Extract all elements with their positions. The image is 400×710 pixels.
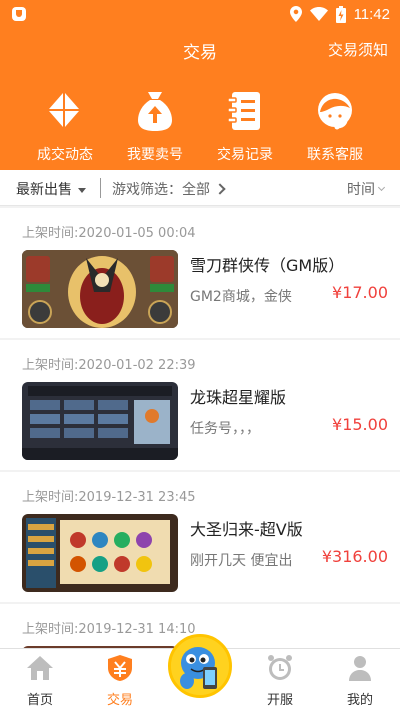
- status-time: 11:42: [353, 5, 390, 23]
- listing-price: ¥17.00: [332, 283, 388, 302]
- listing-time: 上架时间:2020-01-02 22:39: [22, 358, 196, 373]
- nav-label: 首页: [26, 693, 53, 708]
- trade-shield-icon: [108, 655, 132, 681]
- wifi-icon: [309, 7, 328, 21]
- diamond-pinwheel-icon: [49, 93, 79, 127]
- quick-menu: 成交动态 我要卖号 交易记录 联系客服: [0, 90, 400, 168]
- caret-down-icon: [78, 187, 86, 193]
- quick-item-customer-service[interactable]: 联系客服: [285, 90, 385, 168]
- listing-desc: 任务号，，，: [190, 421, 260, 437]
- user-icon: [349, 656, 371, 681]
- listing-price: ¥316.00: [321, 547, 388, 566]
- game-filter[interactable]: 游戏筛选：全部: [112, 179, 226, 199]
- trade-notice-link[interactable]: 交易须知: [328, 39, 388, 60]
- nav-server-launch[interactable]: 开服: [240, 649, 320, 710]
- quick-label: 交易记录: [217, 147, 273, 163]
- quick-item-deal-feed[interactable]: 成交动态: [15, 90, 115, 168]
- title-bar: 交易 交易须知: [0, 30, 400, 68]
- home-icon: [27, 656, 53, 680]
- listing-list[interactable]: 上架时间:2020-01-05 00:04 雪刀群侠传（GM版） GM2商城，金…: [0, 208, 400, 648]
- listing-item[interactable]: 上架时间:2019-12-31 23:45 大圣归来-超V版 刚开几天 便宜出 …: [0, 472, 400, 602]
- status-bar: 11:42: [0, 0, 400, 28]
- listing-desc: 刚开几天 便宜出: [190, 553, 293, 569]
- listing-desc: GM2商城，金侠: [190, 289, 292, 305]
- time-sort[interactable]: 时间: [347, 179, 386, 199]
- game-thumbnail: [22, 514, 178, 592]
- game-filter-label: 游戏筛选：全部: [112, 182, 210, 198]
- chevron-right-icon: [214, 183, 226, 195]
- listing-item[interactable]: 上架时间:2020-01-05 00:04 雪刀群侠传（GM版） GM2商城，金…: [0, 208, 400, 338]
- customer-service-icon: [318, 93, 352, 130]
- quick-item-trade-records[interactable]: 交易记录: [195, 90, 295, 168]
- center-mascot-button[interactable]: [168, 634, 232, 698]
- alarm-clock-icon: [268, 655, 292, 680]
- location-icon: [289, 6, 302, 22]
- status-icons: 11:42: [289, 4, 390, 24]
- chevron-down-icon: [377, 183, 386, 191]
- listing-time: 上架时间:2019-12-31 23:45: [22, 490, 196, 505]
- nav-mine[interactable]: 我的: [320, 649, 400, 710]
- game-thumbnail: [22, 382, 178, 460]
- nav-label: 交易: [106, 693, 133, 708]
- mascot-phone-icon: [171, 637, 229, 695]
- nav-trade[interactable]: 交易: [80, 649, 160, 710]
- notebook-icon: [227, 92, 260, 130]
- quick-label: 成交动态: [37, 147, 93, 163]
- filter-divider: [100, 178, 101, 198]
- nav-label: 开服: [266, 693, 293, 708]
- listing-time: 上架时间:2020-01-05 00:04: [22, 226, 196, 241]
- app-notification-icon: [12, 7, 26, 21]
- filter-bar: 最新出售 游戏筛选：全部 时间: [0, 170, 400, 206]
- nav-label: 我的: [346, 693, 373, 708]
- battery-icon: [335, 5, 346, 23]
- time-sort-label: 时间: [347, 182, 375, 198]
- quick-label: 我要卖号: [127, 147, 183, 163]
- listing-title: 大圣归来-超V版: [190, 520, 303, 539]
- listing-item[interactable]: 上架时间:2020-01-02 22:39 龙珠超星耀版 任务号，，， ¥15.…: [0, 340, 400, 470]
- nav-home[interactable]: 首页: [0, 649, 80, 710]
- listing-title: 雪刀群侠传（GM版）: [190, 256, 345, 275]
- listing-price: ¥15.00: [332, 415, 388, 434]
- listing-title: 龙珠超星耀版: [190, 388, 287, 407]
- quick-item-sell-account[interactable]: 我要卖号: [105, 90, 205, 168]
- latest-sale-dropdown[interactable]: 最新出售: [16, 179, 86, 199]
- listing-time: 上架时间:2019-12-31 14:10: [22, 622, 196, 637]
- latest-sale-label: 最新出售: [16, 182, 72, 198]
- quick-label: 联系客服: [307, 147, 363, 163]
- game-thumbnail: [22, 250, 178, 328]
- money-bag-upload-icon: [138, 92, 172, 131]
